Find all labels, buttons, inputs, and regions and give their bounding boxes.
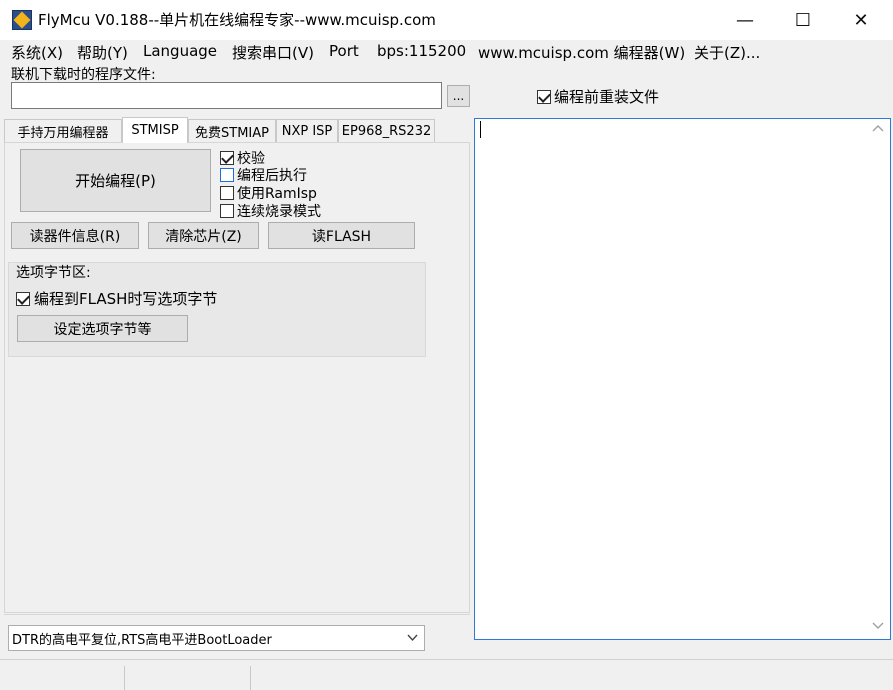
start-programming-button[interactable]: 开始编程(P): [20, 149, 211, 212]
status-bar: [0, 659, 893, 690]
tab-handheld-programmer[interactable]: 手持万用编程器: [4, 119, 122, 143]
scroll-up-icon[interactable]: [872, 123, 884, 136]
option-bytes-group-title: 选项字节区:: [16, 265, 91, 281]
output-scrollbar[interactable]: [867, 119, 890, 639]
checkbox-icon[interactable]: [220, 151, 234, 165]
tab-stmisp[interactable]: STMISP: [122, 117, 188, 143]
scroll-down-icon[interactable]: [872, 621, 884, 634]
menu-programmer[interactable]: www.mcuisp.com 编程器(W): [478, 42, 685, 63]
program-file-input[interactable]: [11, 82, 442, 109]
menu-system[interactable]: 系统(X): [11, 42, 63, 63]
menu-search-port[interactable]: 搜索串口(V): [232, 42, 314, 63]
tab-strip: 手持万用编程器 STMISP 免费STMIAP NXP ISP EP968_RS…: [4, 117, 470, 143]
read-flash-button[interactable]: 读FLASH: [268, 222, 415, 249]
use-ramisp-checkbox[interactable]: 使用RamIsp: [220, 183, 317, 203]
output-text-area[interactable]: [474, 118, 891, 640]
checkbox-icon[interactable]: [16, 291, 30, 306]
reload-before-program-checkbox[interactable]: 编程前重装文件: [537, 86, 659, 107]
menu-port[interactable]: Port: [329, 42, 359, 60]
checkbox-icon[interactable]: [220, 204, 234, 218]
menu-about[interactable]: 关于(Z)...: [694, 42, 760, 63]
run-after-program-checkbox[interactable]: 编程后执行: [220, 165, 307, 185]
tab-ep968-rs232[interactable]: EP968_RS232: [338, 119, 435, 143]
read-device-info-button[interactable]: 读器件信息(R): [11, 222, 139, 249]
erase-chip-button[interactable]: 清除芯片(Z): [148, 222, 259, 249]
checkbox-icon[interactable]: [220, 168, 234, 182]
checkbox-icon[interactable]: [220, 186, 234, 200]
write-option-bytes-label: 编程到FLASH时写选项字节: [34, 290, 218, 308]
status-divider: [124, 666, 125, 690]
maximize-button[interactable]: ☐: [774, 0, 832, 40]
set-option-bytes-button[interactable]: 设定选项字节等: [17, 315, 188, 342]
browse-button[interactable]: ...: [447, 85, 470, 107]
title-bar: FlyMcu V0.188--单片机在线编程专家--www.mcuisp.com…: [0, 0, 893, 40]
minimize-button[interactable]: —: [716, 0, 774, 40]
menu-bar: 系统(X) 帮助(Y) Language 搜索串口(V) Port bps:11…: [0, 40, 893, 64]
menu-language[interactable]: Language: [143, 42, 217, 60]
text-caret: [480, 121, 481, 138]
menu-baud-rate[interactable]: bps:115200: [377, 42, 466, 60]
write-option-bytes-checkbox[interactable]: 编程到FLASH时写选项字节: [16, 288, 217, 309]
tab-free-stmiap[interactable]: 免费STMIAP: [188, 119, 276, 143]
menu-help[interactable]: 帮助(Y): [77, 42, 128, 63]
divider: [4, 614, 470, 615]
continuous-burn-checkbox[interactable]: 连续烧录模式: [220, 201, 321, 221]
status-divider: [250, 666, 251, 690]
chevron-down-icon[interactable]: [406, 631, 419, 644]
reset-mode-value: DTR的高电平复位,RTS高电平进BootLoader: [12, 632, 272, 648]
reload-before-program-label: 编程前重装文件: [554, 88, 660, 106]
run-after-program-label: 编程后执行: [237, 168, 307, 184]
app-icon: [12, 10, 32, 30]
window-title: FlyMcu V0.188--单片机在线编程专家--www.mcuisp.com: [38, 11, 436, 29]
use-ramisp-label: 使用RamIsp: [237, 186, 317, 202]
checkbox-icon[interactable]: [537, 89, 551, 104]
tab-nxp-isp[interactable]: NXP ISP: [276, 119, 338, 143]
program-file-label: 联机下载时的程序文件:: [11, 67, 156, 83]
close-button[interactable]: ✕: [832, 0, 890, 40]
reset-mode-select[interactable]: DTR的高电平复位,RTS高电平进BootLoader: [8, 625, 425, 651]
continuous-burn-label: 连续烧录模式: [237, 204, 321, 220]
